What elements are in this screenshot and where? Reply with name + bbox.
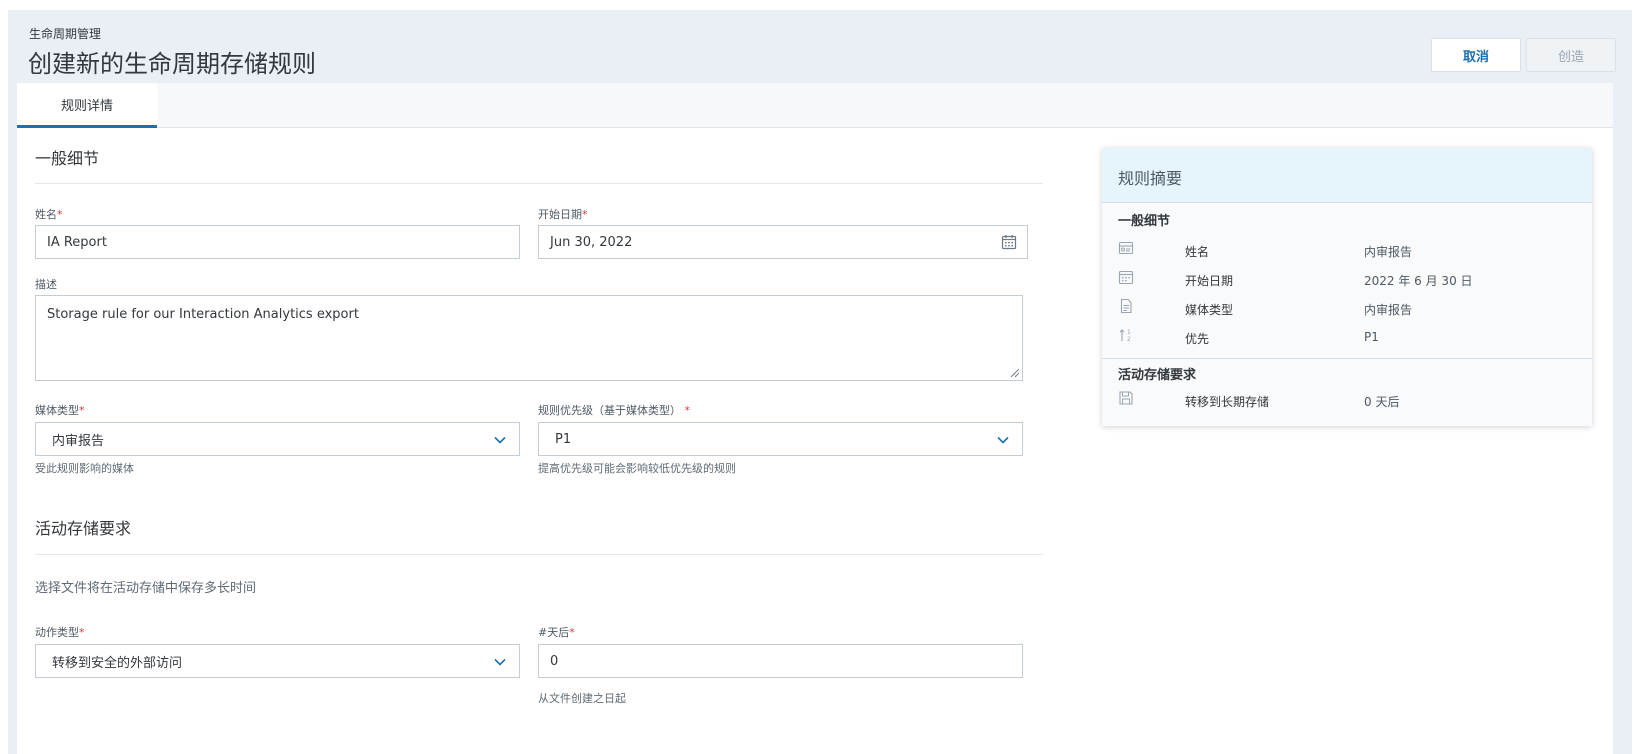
- chevron-down-icon: [494, 436, 506, 444]
- general-section-title: 一般细节: [35, 149, 100, 168]
- create-button[interactable]: 创造: [1526, 38, 1616, 72]
- summary-active-title: 活动存储要求: [1118, 368, 1197, 383]
- svg-text:1: 1: [1127, 329, 1131, 336]
- summary-key: 姓名: [1185, 245, 1210, 259]
- calendar-icon: [1118, 270, 1134, 285]
- description-value: Storage rule for our Interaction Analyti…: [47, 307, 359, 322]
- chevron-down-icon: [494, 658, 506, 666]
- summary-general-title: 一般细节: [1118, 214, 1171, 229]
- start-date-value: Jun 30, 2022: [550, 234, 633, 250]
- name-input[interactable]: IA Report: [35, 225, 520, 259]
- active-storage-section-title: 活动存储要求: [35, 519, 132, 538]
- section-divider: [35, 554, 1043, 555]
- days-after-helper: 从文件创建之日起: [538, 692, 626, 705]
- save-disk-icon: [1119, 391, 1133, 405]
- summary-key: 转移到长期存储: [1185, 395, 1270, 409]
- summary-key: 开始日期: [1185, 274, 1234, 288]
- summary-value: 内审报告: [1364, 303, 1413, 317]
- priority-value: P1: [555, 431, 572, 447]
- svg-text:2: 2: [1127, 336, 1131, 343]
- cancel-button[interactable]: 取消: [1431, 38, 1521, 72]
- breadcrumb[interactable]: 生命周期管理: [29, 25, 101, 42]
- summary-value: 2022 年 6 月 30 日: [1364, 274, 1473, 288]
- summary-value: 内审报告: [1364, 245, 1413, 259]
- summary-value: P1: [1364, 330, 1379, 344]
- description-textarea[interactable]: Storage rule for our Interaction Analyti…: [35, 295, 1023, 381]
- action-type-value: 转移到安全的外部访问: [52, 655, 183, 671]
- start-date-input[interactable]: Jun 30, 2022: [538, 225, 1028, 259]
- priority-sort-icon: 1 2: [1119, 329, 1131, 343]
- priority-label: 规则优先级（基于媒体类型） *: [538, 404, 690, 417]
- summary-header: 规则摘要: [1102, 148, 1592, 203]
- tab-rule-details[interactable]: 规则详情: [17, 83, 157, 128]
- section-divider: [35, 183, 1043, 184]
- summary-title: 规则摘要: [1118, 169, 1183, 188]
- action-type-label: 动作类型*: [35, 626, 85, 639]
- days-after-label: #天后*: [538, 626, 575, 639]
- media-type-label: 媒体类型*: [35, 404, 85, 417]
- resize-handle-icon[interactable]: [1010, 368, 1020, 378]
- name-label: 姓名*: [35, 208, 63, 221]
- summary-key: 媒体类型: [1185, 303, 1234, 317]
- days-after-input[interactable]: 0: [538, 644, 1023, 678]
- summary-value: 0 天后: [1364, 395, 1400, 409]
- summary-key: 优先: [1185, 332, 1210, 346]
- active-storage-description: 选择文件将在活动存储中保存多长时间: [35, 581, 257, 596]
- name-card-icon: [1118, 241, 1134, 255]
- action-type-select[interactable]: 转移到安全的外部访问: [35, 644, 520, 678]
- priority-helper: 提高优先级可能会影响较低优先级的规则: [538, 462, 736, 475]
- priority-select[interactable]: P1: [538, 422, 1023, 456]
- media-type-value: 内审报告: [52, 433, 105, 449]
- calendar-icon[interactable]: [1001, 234, 1017, 250]
- rule-summary-panel: 规则摘要 一般细节 姓名 内审报告 开始日期 2022 年 6 月 30 日 媒…: [1102, 148, 1592, 426]
- page-title: 创建新的生命周期存储规则: [28, 50, 316, 78]
- description-label: 描述: [35, 278, 57, 291]
- tab-bar: 规则详情: [17, 83, 1613, 128]
- start-date-label: 开始日期*: [538, 208, 588, 221]
- chevron-down-icon: [997, 436, 1009, 444]
- summary-divider: [1102, 358, 1592, 359]
- media-type-select[interactable]: 内审报告: [35, 422, 520, 456]
- document-icon: [1120, 298, 1132, 314]
- media-type-helper: 受此规则影响的媒体: [35, 462, 134, 475]
